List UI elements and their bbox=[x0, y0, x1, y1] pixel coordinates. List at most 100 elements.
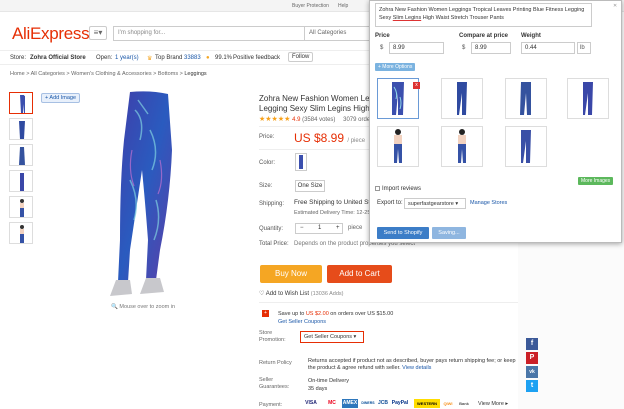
return-policy-label: Return Policy bbox=[259, 360, 292, 366]
payment-label: Payment: bbox=[259, 402, 283, 408]
product-image-option[interactable] bbox=[441, 78, 483, 119]
saving-button[interactable]: Saving... bbox=[432, 227, 466, 239]
qty-unit: piece bbox=[348, 225, 363, 231]
compare-price-input[interactable]: 8.99 bbox=[471, 42, 511, 54]
qty-minus-button[interactable]: − bbox=[300, 225, 304, 231]
thumbnail[interactable] bbox=[9, 170, 33, 192]
checkbox-icon[interactable] bbox=[375, 186, 380, 191]
product-image-option[interactable] bbox=[505, 126, 547, 167]
votes-link[interactable]: (3584 votes) bbox=[302, 117, 335, 123]
pinterest-icon[interactable]: P bbox=[526, 352, 538, 364]
remove-image-icon[interactable]: x bbox=[413, 82, 420, 89]
paypal-logo: PayPal bbox=[391, 400, 409, 406]
breadcrumb-womens[interactable]: Women's Clothing & Accessories bbox=[71, 71, 151, 77]
amex-logo: AMEX bbox=[342, 399, 358, 408]
shipping-label: Shipping: bbox=[259, 201, 285, 207]
more-images-button[interactable]: More Images bbox=[578, 177, 614, 185]
store-select[interactable]: superfastgearstore ▾ bbox=[404, 198, 466, 209]
product-image-option[interactable] bbox=[441, 126, 483, 167]
rating-row: ★★★★★ 4.9 (3584 votes) 3079 orders bbox=[259, 115, 375, 123]
compare-currency: $ bbox=[462, 45, 466, 51]
export-to-label: Export to: bbox=[377, 200, 403, 206]
weight-header: Weight bbox=[521, 33, 541, 39]
close-icon[interactable]: ✕ bbox=[613, 3, 618, 9]
thumbnail[interactable] bbox=[9, 144, 33, 166]
color-label: Color: bbox=[259, 160, 276, 166]
send-to-shopify-button[interactable]: Send to Shopify bbox=[377, 227, 429, 239]
jcb-logo: JCB bbox=[378, 400, 389, 406]
guarantee-values: On-time Delivery 35 days bbox=[308, 378, 349, 392]
manage-stores-link[interactable]: Manage Stores bbox=[470, 200, 507, 206]
price-label: Price: bbox=[259, 134, 275, 140]
coupon-text: Save up to US $2.00 on orders over US $1… bbox=[278, 311, 394, 325]
main-product-image[interactable] bbox=[90, 90, 210, 300]
product-image-option[interactable] bbox=[505, 78, 547, 119]
western-union-logo: WESTERN bbox=[414, 399, 440, 408]
rating-stars: ★★★★★ bbox=[259, 116, 291, 123]
product-title: Zohra New Fashion Women Leggings Legging … bbox=[259, 94, 381, 113]
store-name-link[interactable]: Zohra Official Store bbox=[30, 55, 86, 61]
thumbnail[interactable] bbox=[9, 118, 33, 140]
compare-price-header: Compare at price bbox=[459, 33, 509, 39]
breadcrumb: Home > All Categories > Women's Clothing… bbox=[10, 71, 207, 77]
vk-icon[interactable]: vk bbox=[526, 366, 538, 378]
buyer-protection-link[interactable]: Buyer Protection bbox=[292, 3, 329, 9]
get-seller-coupons-button[interactable]: Get Seller Coupons ▾ bbox=[300, 331, 364, 343]
buy-now-button[interactable]: Buy Now bbox=[260, 265, 322, 283]
more-options-button[interactable]: + More Options bbox=[375, 63, 416, 71]
price-currency: $ bbox=[380, 45, 384, 51]
return-policy-text: Returns accepted if product not as descr… bbox=[308, 358, 516, 371]
follow-button[interactable]: Follow bbox=[288, 52, 314, 62]
view-details-link[interactable]: View details bbox=[402, 365, 431, 371]
weight-unit-select[interactable]: lb bbox=[577, 42, 591, 54]
aliexpress-logo[interactable]: AliExpress bbox=[12, 24, 90, 44]
positive-percent: 99.1% bbox=[215, 55, 233, 61]
price-input[interactable]: 8.99 bbox=[389, 42, 444, 54]
medal-icon: ● bbox=[206, 55, 210, 61]
add-image-button[interactable]: + Add Image bbox=[41, 93, 81, 103]
breadcrumb-leggings[interactable]: Leggings bbox=[184, 71, 206, 77]
store-label: Store: bbox=[10, 55, 27, 61]
rating-value: 4.9 bbox=[292, 117, 301, 123]
product-image-option[interactable] bbox=[377, 126, 419, 167]
weight-input[interactable]: 0.44 bbox=[521, 42, 575, 54]
open-years: 1 year(s) bbox=[115, 55, 139, 61]
top-brand-label: Top Brand bbox=[155, 55, 183, 61]
bank-transfer-logo: Bank bbox=[459, 401, 469, 406]
mastercard-logo: MC bbox=[328, 400, 336, 406]
quantity-stepper[interactable]: − 1 + bbox=[295, 223, 343, 234]
breadcrumb-all-categories[interactable]: All Categories bbox=[31, 71, 65, 77]
thumbnail[interactable] bbox=[9, 196, 33, 218]
add-to-cart-button[interactable]: Add to Cart bbox=[327, 265, 392, 283]
price-header: Price bbox=[375, 33, 390, 39]
import-reviews-checkbox[interactable]: Import reviews bbox=[375, 186, 421, 192]
wish-list-link[interactable]: ♡ Add to Wish List (13036 Adds) bbox=[259, 290, 343, 297]
thumbnail[interactable] bbox=[9, 222, 33, 244]
product-image-option[interactable] bbox=[567, 78, 609, 119]
quantity-label: Quantity: bbox=[259, 226, 284, 232]
view-more-link[interactable]: View More ▸ bbox=[478, 401, 508, 407]
size-option[interactable]: One Size bbox=[295, 180, 325, 192]
coupon-icon: + bbox=[262, 310, 269, 317]
categories-menu-button[interactable]: ≡▾ bbox=[89, 26, 107, 40]
get-seller-coupons-link[interactable]: Get Seller Coupons bbox=[278, 319, 326, 325]
positive-feedback-label: Positive feedback bbox=[233, 55, 281, 61]
size-label: Size: bbox=[259, 183, 273, 189]
thumbnail[interactable] bbox=[9, 92, 33, 114]
visa-logo: VISA bbox=[305, 400, 317, 406]
total-price-label: Total Price: bbox=[259, 241, 289, 247]
qty-plus-button[interactable]: + bbox=[336, 225, 340, 231]
search-input[interactable]: I'm shopping for... bbox=[113, 26, 305, 41]
facebook-icon[interactable]: f bbox=[526, 338, 538, 350]
store-score: 33883 bbox=[184, 55, 201, 61]
breadcrumb-home[interactable]: Home bbox=[10, 71, 25, 77]
diners-logo: DINERS bbox=[361, 401, 375, 405]
seller-guarantees-label: Seller Guarantees: bbox=[259, 377, 290, 390]
twitter-icon[interactable]: t bbox=[526, 380, 538, 392]
color-swatch[interactable] bbox=[295, 153, 307, 171]
qty-value[interactable]: 1 bbox=[318, 225, 321, 231]
heart-icon: ♡ bbox=[259, 291, 265, 297]
help-link[interactable]: Help bbox=[338, 3, 348, 9]
breadcrumb-bottoms[interactable]: Bottoms bbox=[158, 71, 178, 77]
product-title-textarea[interactable]: Zohra New Fashion Women Leggings Tropica… bbox=[375, 3, 592, 27]
